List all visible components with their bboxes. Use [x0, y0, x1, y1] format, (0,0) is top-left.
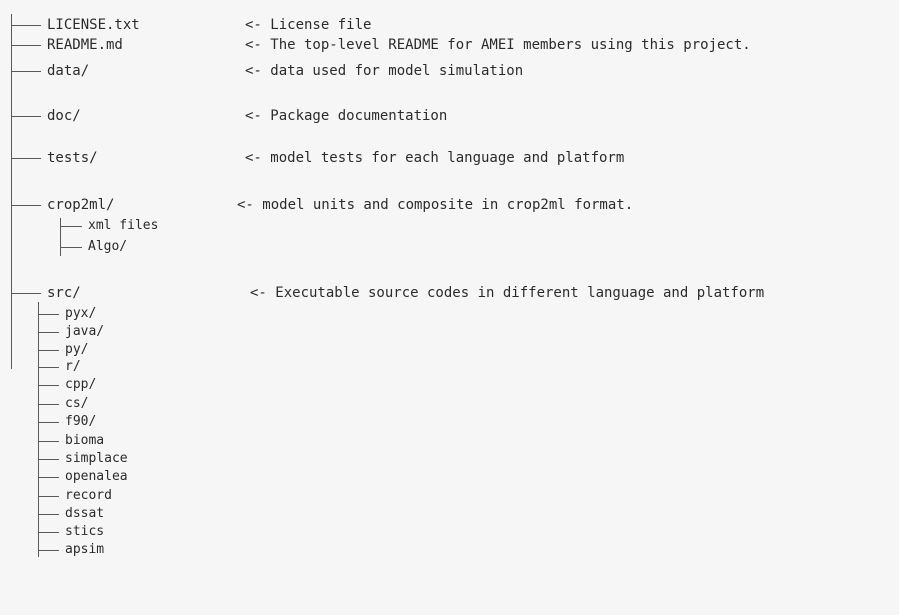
tree-item-name: py/ [65, 342, 89, 357]
tree-item-name: stics [65, 524, 105, 539]
tree-branch-connector [38, 476, 59, 478]
tree-branch-connector [11, 157, 41, 159]
tree-item: bioma [38, 432, 899, 450]
tree-item: README.md <- The top-level README for AME… [11, 36, 899, 54]
tree-item: Algo/ [60, 238, 899, 256]
tree-branch-connector [11, 24, 41, 26]
tree-item-name: bioma [65, 433, 105, 448]
tree-item-description: <- Package documentation [245, 108, 448, 124]
tree-branch-connector [11, 115, 41, 117]
tree-item: LICENSE.txt <- License file [11, 16, 899, 34]
tree-branch-connector [38, 495, 59, 497]
tree-item: src/ <- Executable source codes in differ… [11, 284, 899, 302]
tree-item: f90/ [38, 413, 899, 431]
tree-item-name: openalea [65, 469, 128, 484]
tree-item-name: record [65, 488, 112, 503]
tree-item-name: apsim [65, 542, 105, 557]
tree-item-description: <- Executable source codes in different … [250, 285, 765, 301]
tree-item: py/ [38, 341, 899, 359]
tree-branch-connector [38, 313, 59, 315]
tree-branch-connector [38, 440, 59, 442]
tree-item-name: data/ [47, 63, 90, 79]
tree-item: xml files [60, 217, 899, 235]
tree-item: simplace [38, 450, 899, 468]
tree-branch-connector [38, 384, 59, 386]
tree-item-name: simplace [65, 451, 128, 466]
tree-item-name: cs/ [65, 396, 89, 411]
tree-item: cs/ [38, 395, 899, 413]
tree-branch-connector [11, 292, 41, 294]
tree-branch-connector [60, 225, 82, 227]
tree-branch-connector [38, 421, 59, 423]
tree-branch-connector [60, 246, 82, 248]
tree-item-description: <- The top-level README for AMEI members… [245, 37, 751, 53]
tree-item-name: LICENSE.txt [47, 17, 140, 33]
tree-branch-connector [11, 204, 41, 206]
tree-item-name: doc/ [47, 108, 81, 124]
tree-item-name: cpp/ [65, 377, 97, 392]
tree-item-name: r/ [65, 359, 81, 374]
tree-item: pyx/ [38, 305, 899, 323]
tree-item: cpp/ [38, 376, 899, 394]
tree-item: java/ [38, 323, 899, 341]
tree-item: openalea [38, 468, 899, 486]
tree-item-name: java/ [65, 324, 105, 339]
tree-item-name: crop2ml/ [47, 197, 115, 213]
tree-branch-connector [38, 349, 59, 351]
tree-item-description: <- model tests for each language and pla… [245, 150, 625, 166]
tree-branch-connector [38, 513, 59, 515]
tree-branch-connector [38, 458, 59, 460]
tree-item: crop2ml/ <- model units and composite in … [11, 196, 899, 214]
tree-item-name: pyx/ [65, 306, 97, 321]
tree-item-name: xml files [88, 218, 159, 233]
tree-branch-connector [11, 44, 41, 46]
tree-item-name: tests/ [47, 150, 98, 166]
tree-item-description: <- model units and composite in crop2ml … [237, 197, 634, 213]
tree-branch-connector [11, 70, 41, 72]
tree-branch-connector [38, 549, 59, 551]
tree-item-description: <- data used for model simulation [245, 63, 524, 79]
tree-item: apsim [38, 541, 899, 559]
tree-item-name: README.md [47, 37, 123, 53]
tree-item: record [38, 487, 899, 505]
tree-item-name: dssat [65, 506, 105, 521]
directory-tree: LICENSE.txt <- License file README.md <- Th… [0, 0, 899, 615]
tree-item-name: src/ [47, 285, 81, 301]
tree-item-name: Algo/ [88, 239, 128, 254]
tree-item: stics [38, 523, 899, 541]
tree-item-description: <- License file [245, 17, 372, 33]
tree-branch-connector [38, 403, 59, 405]
tree-item: data/ <- data used for model simulation [11, 62, 899, 80]
tree-item: dssat [38, 505, 899, 523]
tree-branch-connector [38, 331, 59, 333]
tree-item: tests/ <- model tests for each language a… [11, 149, 899, 167]
tree-item: doc/ <- Package documentation [11, 107, 899, 125]
tree-item: r/ [38, 358, 899, 376]
tree-branch-connector [38, 366, 59, 368]
tree-branch-connector [38, 531, 59, 533]
tree-item-name: f90/ [65, 414, 97, 429]
